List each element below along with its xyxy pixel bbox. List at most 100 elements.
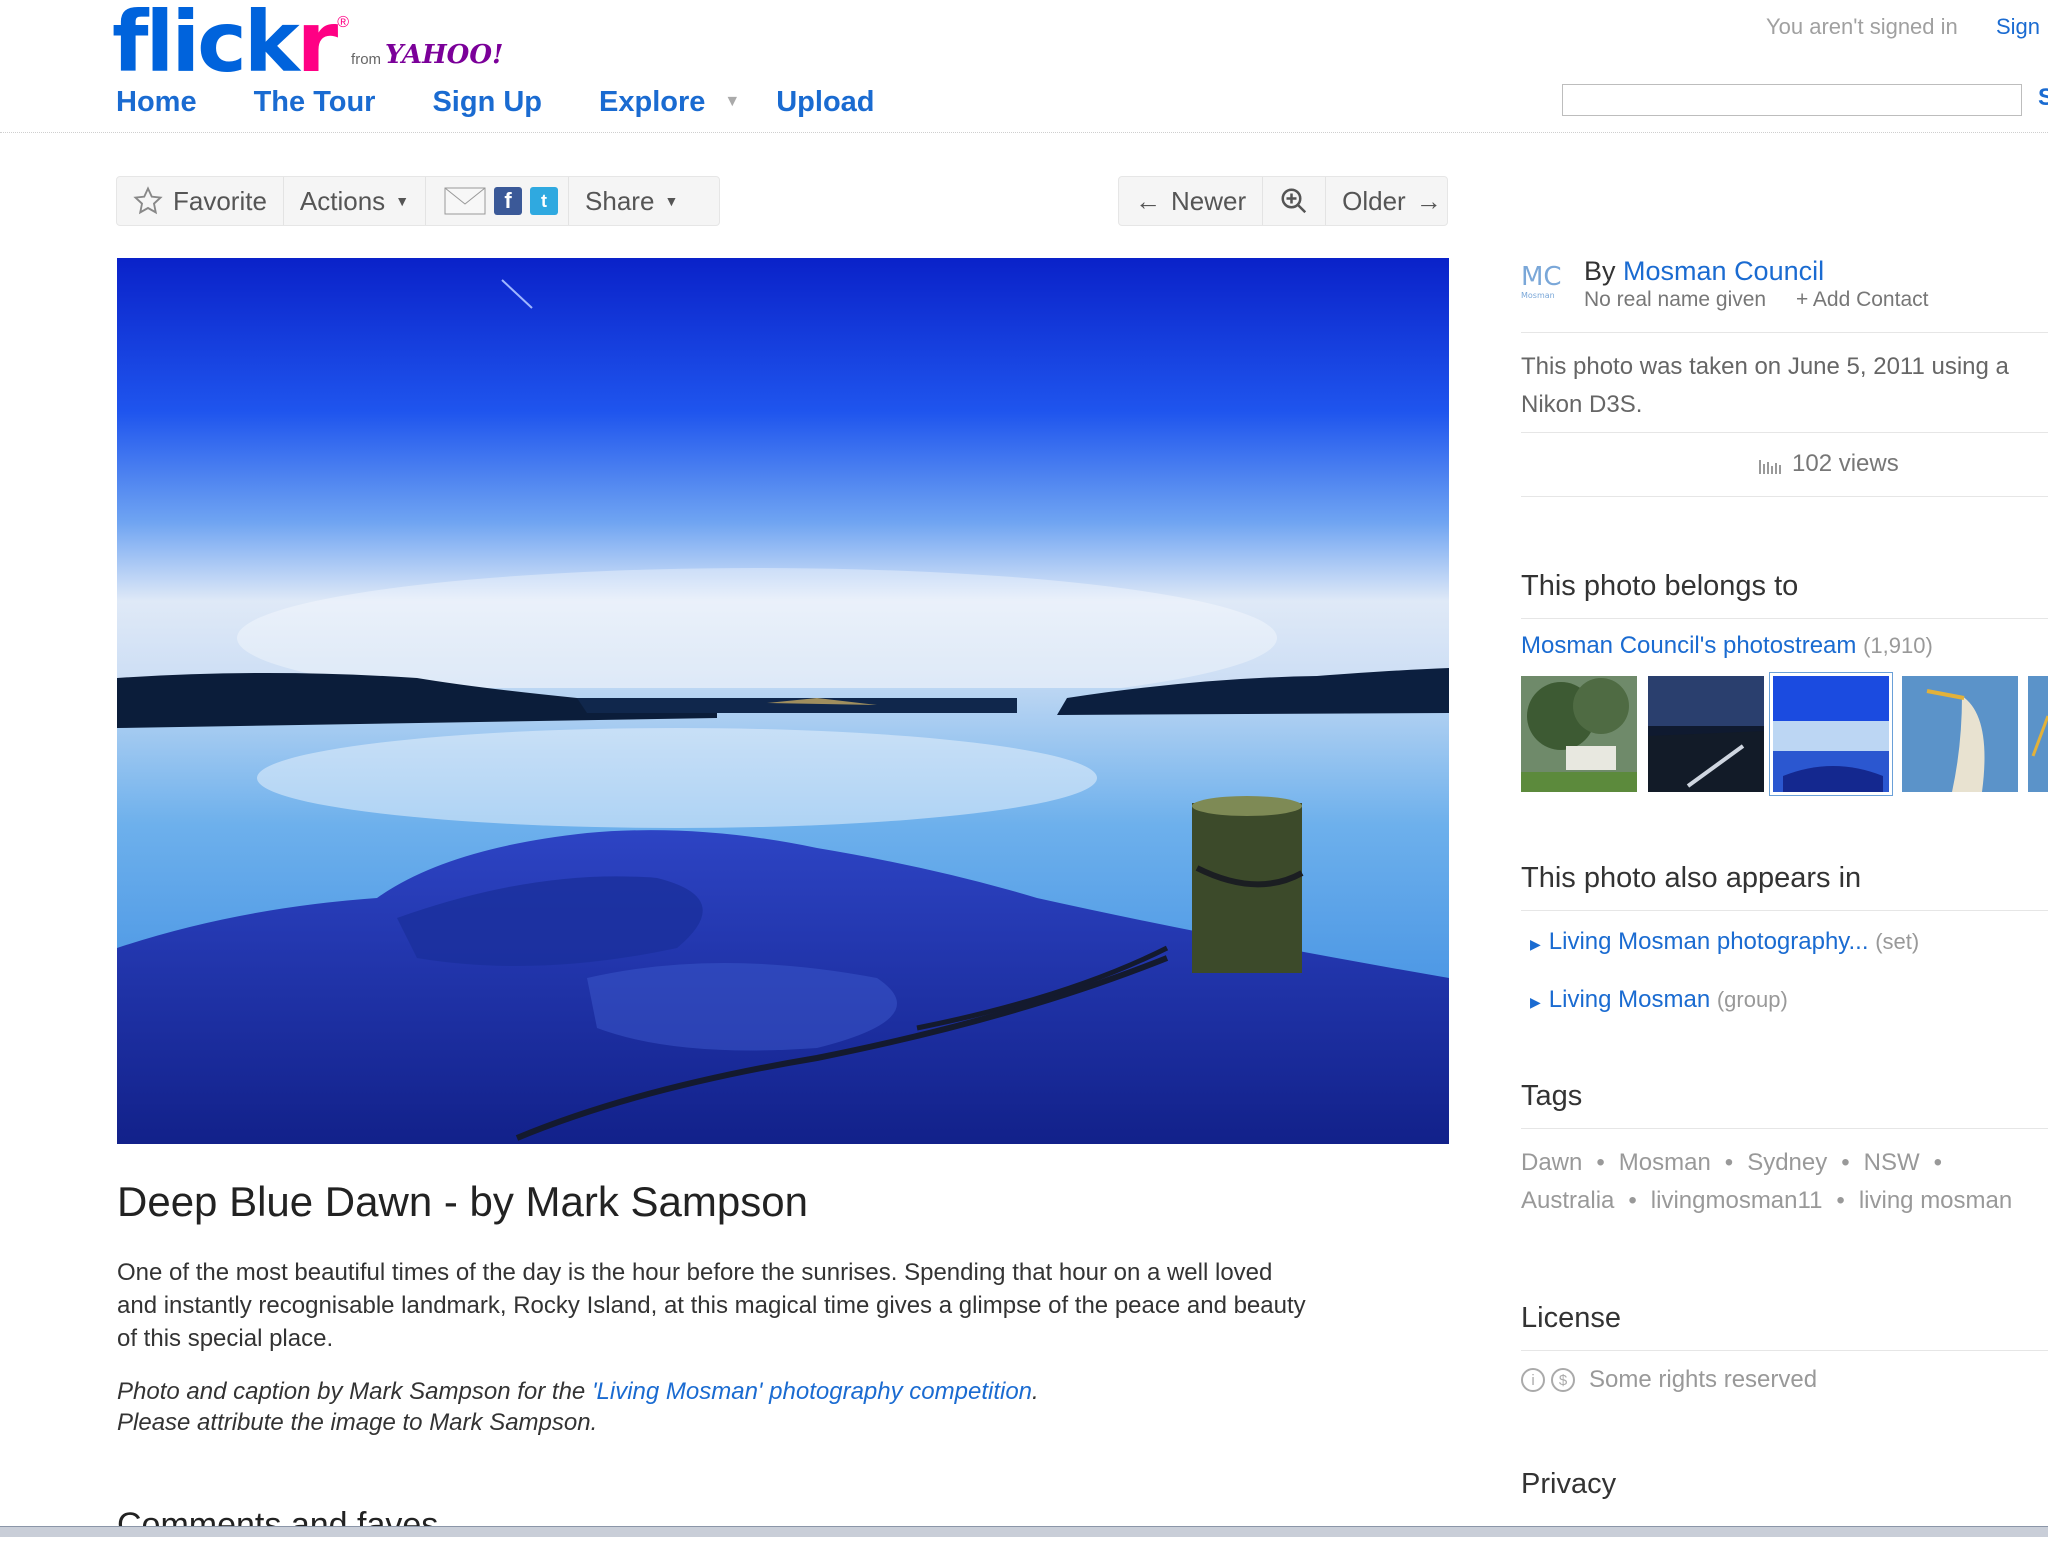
nav-upload[interactable]: Upload <box>776 86 874 119</box>
nav-the-tour[interactable]: The Tour <box>254 86 376 119</box>
zoom-button[interactable] <box>1263 177 1327 225</box>
credit-prefix: Photo and caption by Mark Sampson for th… <box>117 1378 592 1405</box>
registered-mark: ® <box>337 14 350 31</box>
tag-link[interactable]: Dawn <box>1521 1149 1582 1176</box>
owner-subline: No real name given + Add Contact <box>1584 288 1928 312</box>
older-button[interactable]: Older → <box>1326 177 1458 225</box>
photo-actions-toolbar: Favorite Actions ▼ f t Share ▼ <box>116 176 720 226</box>
divider <box>1521 496 2048 497</box>
owner-real-name: No real name given <box>1584 288 1767 311</box>
flickr-logo[interactable]: flick r ® from YAHOO! <box>112 0 504 91</box>
nav-sign-up[interactable]: Sign Up <box>432 86 542 119</box>
photo-title: Deep Blue Dawn - by Mark Sampson <box>117 1178 808 1225</box>
appears-item[interactable]: ▶ Living Mosman (group) <box>1530 986 1788 1014</box>
photostream-count: (1,910) <box>1863 633 1933 658</box>
tags-heading: Tags <box>1521 1080 1583 1112</box>
caret-down-icon: ▼ <box>664 193 679 209</box>
divider <box>1521 910 2048 911</box>
logo-yahoo: YAHOO! <box>385 40 504 70</box>
nav-home[interactable]: Home <box>116 86 197 119</box>
appears-item[interactable]: ▶ Living Mosman photography... (set) <box>1530 928 1919 956</box>
logo-from: from <box>351 51 382 68</box>
tag-link[interactable]: Mosman <box>1619 1149 1711 1176</box>
triangle-right-icon: ▶ <box>1530 936 1541 952</box>
twitter-icon[interactable]: t <box>530 187 559 215</box>
signin-status: You aren't signed in <box>1766 14 1958 39</box>
views-bars-icon <box>1759 459 1781 474</box>
privacy-heading: Privacy <box>1521 1468 1617 1500</box>
stream-thumbnail[interactable] <box>2028 676 2048 792</box>
appears-item-kind: (set) <box>1875 929 1920 954</box>
belongs-heading: This photo belongs to <box>1521 570 1799 602</box>
appears-item-label: Living Mosman <box>1548 986 1711 1013</box>
photo-description: One of the most beautiful times of the d… <box>117 1259 1306 1352</box>
newer-label: Newer <box>1171 185 1247 216</box>
newer-button[interactable]: ← Newer <box>1119 177 1264 225</box>
thumbnail-image <box>1902 676 2018 792</box>
photo-credit: Photo and caption by Mark Sampson for th… <box>117 1376 1317 1438</box>
stream-thumbnail[interactable] <box>1902 676 2018 792</box>
search-button[interactable]: S <box>2038 84 2048 112</box>
share-icons: f t <box>426 177 570 225</box>
divider <box>1521 1350 2048 1351</box>
facebook-icon[interactable]: f <box>494 187 523 215</box>
owner-name-link[interactable]: Mosman Council <box>1623 256 1824 286</box>
tag-link[interactable]: livingmosman11 <box>1651 1187 1823 1214</box>
divider <box>1521 1128 2048 1129</box>
cc-attribution-icon: i <box>1521 1368 1545 1392</box>
search-input[interactable] <box>1562 84 2022 116</box>
appears-heading: This photo also appears in <box>1521 862 1862 894</box>
tag-link[interactable]: Australia <box>1521 1187 1614 1214</box>
arrow-right-icon: → <box>1415 185 1442 216</box>
license-info[interactable]: i $ Some rights reserved <box>1521 1366 1817 1394</box>
attribution-note: Please attribute the image to Mark Samps… <box>117 1409 598 1436</box>
logo-r: r <box>296 0 338 91</box>
main-photo[interactable] <box>117 258 1449 1144</box>
appears-item-label: Living Mosman photography... <box>1548 928 1869 955</box>
divider <box>1521 618 2048 619</box>
zoom-icon <box>1281 188 1307 214</box>
photostream-link[interactable]: Mosman Council's photostream (1,910) <box>1521 632 1933 660</box>
views-text: 102 views <box>1792 450 1899 477</box>
share-label: Share <box>585 185 655 216</box>
star-icon <box>133 186 163 215</box>
arrow-left-icon: ← <box>1135 185 1161 216</box>
photo-taken-info: This photo was taken on June 5, 2011 usi… <box>1521 353 2009 418</box>
nav-explore[interactable]: Explore <box>599 86 705 119</box>
main-photo-image <box>117 258 1449 1144</box>
logo-flick: flick <box>112 0 300 91</box>
older-label: Older <box>1342 185 1406 216</box>
thumbnail-image <box>1648 676 1764 792</box>
competition-link[interactable]: 'Living Mosman' photography competition <box>592 1378 1032 1405</box>
stream-thumbnail[interactable] <box>1648 676 1764 792</box>
tag-link[interactable]: living mosman <box>1859 1187 2012 1214</box>
favorite-button[interactable]: Favorite <box>117 177 284 225</box>
photostream-name: Mosman Council's photostream <box>1521 632 1857 659</box>
tag-link[interactable]: Sydney <box>1747 1149 1827 1176</box>
taskbar-strip <box>0 1526 2048 1537</box>
tag-link[interactable]: NSW <box>1864 1149 1920 1176</box>
views-count: 102 views <box>1758 450 1899 478</box>
mail-icon[interactable] <box>444 185 486 217</box>
thumbnail-image <box>2028 676 2048 792</box>
sign-in-link[interactable]: Sign In <box>1996 14 2048 40</box>
cc-nc-icon: $ <box>1551 1368 1575 1392</box>
avatar-sub: Mosman <box>1521 291 1555 300</box>
share-dropdown[interactable]: Share ▼ <box>569 177 694 225</box>
stream-thumbnail-selected[interactable] <box>1770 673 1892 795</box>
thumbnail-image <box>1521 676 1637 792</box>
owner-avatar[interactable]: MC Mosman <box>1521 262 1569 302</box>
stream-thumbnail[interactable] <box>1521 676 1637 792</box>
add-contact-link[interactable]: + Add Contact <box>1796 288 1929 311</box>
avatar-initials: MC <box>1521 262 1562 292</box>
divider <box>1521 332 2048 333</box>
thumbnail-image <box>1773 676 1889 792</box>
header-divider <box>0 132 2048 133</box>
photo-nav-toolbar: ← Newer Older → <box>1118 176 1448 226</box>
appears-item-kind: (group) <box>1716 987 1788 1012</box>
credit-suffix: . <box>1032 1378 1039 1405</box>
main-nav: Home The Tour Sign Up Explore ▼ Upload <box>116 82 932 122</box>
explore-caret-down-icon[interactable]: ▼ <box>724 93 740 111</box>
actions-label: Actions <box>299 185 386 216</box>
actions-dropdown[interactable]: Actions ▼ <box>284 177 427 225</box>
